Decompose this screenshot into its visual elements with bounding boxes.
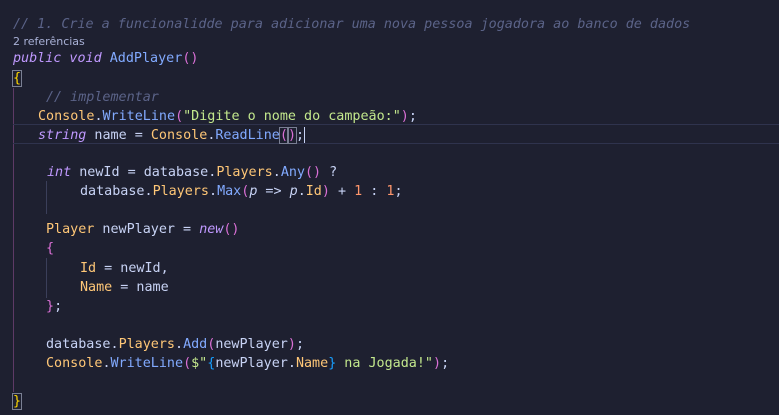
dot: . (94, 109, 103, 124)
initializer-open-brace: { (46, 241, 55, 256)
console-class: Console (46, 356, 103, 371)
database-ref: database. (46, 337, 119, 352)
ternary-operator: ? (321, 165, 338, 180)
header-comment: // 1. Crie a funcionalidde para adiciona… (13, 17, 691, 32)
method-name[interactable]: AddPlayer (110, 51, 183, 66)
dot: . (272, 165, 281, 180)
text-cursor (304, 127, 306, 143)
semicolon: ; (54, 299, 63, 314)
console-class: Console (38, 109, 95, 124)
player-class: Player (46, 222, 95, 237)
add-method: Add (183, 337, 208, 352)
max-method: Max (217, 184, 242, 199)
name-declaration: name = (86, 128, 151, 143)
code-line-new-player: Player newPlayer = new() (46, 220, 240, 239)
code-line-writeline-prompt: Console.WriteLine("Digite o nome do camp… (38, 107, 417, 126)
name-property: Name (295, 356, 329, 371)
plus-operator: + (329, 184, 355, 199)
database-ref: database. (80, 184, 153, 199)
code-line-newid: int newId = database.Players.Any() ? (47, 163, 337, 182)
code-line-max: database.Players.Max(p => p.Id) + 1 : 1; (80, 182, 403, 201)
writeline-method: WriteLine (110, 356, 184, 371)
semicolon: ; (441, 356, 450, 371)
code-line-writeline-result: Console.WriteLine($"{newPlayer.Name} na … (46, 354, 449, 373)
todo-comment: // implementar (46, 90, 159, 105)
paren-close: ) (286, 127, 298, 144)
newplayer-arg: newPlayer (215, 337, 288, 352)
indent-guide-initializer (46, 258, 47, 298)
interpolated-string-end: na Jogada!" (336, 356, 433, 371)
lambda-param-ref: p (289, 184, 298, 199)
paren-close: ) (400, 109, 409, 124)
ternary-colon: : (362, 184, 387, 199)
paren-open: ( (183, 356, 192, 371)
signature-parens: () (182, 51, 199, 66)
id-assignment: = newId, (96, 261, 169, 276)
lambda-arrow: => (257, 184, 290, 199)
interpolation-var: newPlayer. (215, 356, 296, 371)
number-literal: 1 (354, 184, 363, 199)
method-open-brace: { (11, 70, 23, 87)
parens: () (223, 222, 240, 237)
dot: . (175, 337, 184, 352)
initializer-close-line: }; (46, 297, 62, 316)
players-property: Players (118, 337, 175, 352)
prompt-string: "Digite o nome do campeão:" (183, 109, 401, 124)
code-line-id-assign: Id = newId, (80, 259, 169, 278)
any-method: Any (280, 165, 305, 180)
code-line-name-assign: Name = name (80, 278, 169, 297)
dot: . (102, 356, 111, 371)
new-keyword: new (199, 222, 224, 237)
id-property: Id (305, 184, 322, 199)
header-comment-line: // 1. Crie a funcionalidde para adiciona… (13, 15, 690, 34)
method-modifiers: public void (13, 51, 102, 66)
method-open-brace-line: { (11, 69, 23, 88)
parens: () (305, 165, 322, 180)
initializer-open-line: { (46, 239, 54, 258)
paren-close: ) (433, 356, 442, 371)
writeline-method: WriteLine (102, 109, 176, 124)
string-keyword: string (38, 128, 87, 143)
semicolon: ; (408, 109, 417, 124)
code-line-add: database.Players.Add(newPlayer); (46, 335, 304, 354)
method-signature-line: public void AddPlayer() (13, 49, 198, 68)
interpolated-string-start: $" (191, 356, 208, 371)
code-line-readline: string name = Console.ReadLine(); (38, 126, 306, 145)
newid-declaration: newId = database. (71, 165, 217, 180)
dot: . (209, 184, 218, 199)
todo-comment-line: // implementar (46, 88, 159, 107)
paren-open: ( (175, 109, 184, 124)
paren-open: ( (278, 127, 289, 144)
initializer-close-brace: } (46, 299, 55, 314)
newplayer-declaration: newPlayer = (94, 222, 200, 237)
int-keyword: int (47, 165, 72, 180)
players-property: Players (152, 184, 209, 199)
paren-close: ) (287, 337, 296, 352)
readline-method: ReadLine (215, 128, 280, 143)
paren-close: ) (321, 184, 330, 199)
semicolon: ; (295, 337, 304, 352)
semicolon: ; (394, 184, 403, 199)
method-close-brace-line: } (11, 392, 23, 411)
semicolon: ; (296, 128, 305, 143)
name-assignment: = name (112, 280, 169, 295)
code-editor[interactable]: // 1. Crie a funcionalidde para adiciona… (0, 0, 779, 415)
indent-guide-ternary (46, 181, 47, 214)
codelens-references[interactable]: 2 referências (13, 35, 85, 48)
console-class: Console (150, 128, 208, 143)
dot: . (297, 184, 306, 199)
method-close-brace: } (11, 393, 23, 410)
players-property: Players (216, 165, 273, 180)
id-property: Id (80, 261, 97, 276)
name-property: Name (80, 280, 113, 295)
